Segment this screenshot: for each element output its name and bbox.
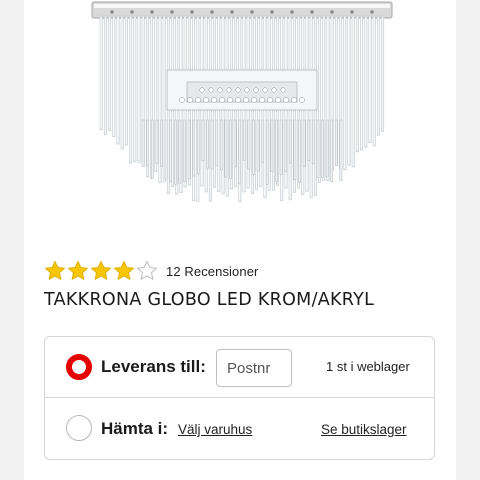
postal-code-input[interactable] <box>216 349 292 387</box>
rating-row[interactable]: 12 Recensioner <box>44 258 258 284</box>
product-card: 12 Recensioner TAKKRONA GLOBO LED KROM/A… <box>24 0 456 480</box>
review-count[interactable]: 12 Recensioner <box>166 264 258 279</box>
star-empty-icon <box>137 260 157 280</box>
store-stock-link[interactable]: Se butikslager <box>321 422 407 437</box>
star-filled-icon <box>91 260 111 280</box>
web-stock-status: 1 st i weblager <box>326 359 410 374</box>
product-title: TAKKRONA GLOBO LED KROM/AKRYL <box>44 290 375 310</box>
fulfillment-options: Leverans till: 1 st i weblager Hämta i: … <box>44 336 435 460</box>
star-rating <box>44 260 159 282</box>
pickup-radio[interactable] <box>66 415 92 441</box>
star-filled-icon <box>45 260 65 280</box>
pickup-label: Hämta i: <box>101 419 169 438</box>
star-filled-icon <box>68 260 88 280</box>
pickup-option[interactable]: Hämta i: Välj varuhus Se butikslager <box>45 398 434 459</box>
choose-store-link[interactable]: Välj varuhus <box>178 422 252 437</box>
product-image[interactable] <box>72 0 412 215</box>
delivery-label: Leverans till: <box>101 357 206 376</box>
delivery-radio[interactable] <box>66 354 92 380</box>
star-filled-icon <box>114 260 134 280</box>
delivery-option[interactable]: Leverans till: 1 st i weblager <box>45 337 434 398</box>
